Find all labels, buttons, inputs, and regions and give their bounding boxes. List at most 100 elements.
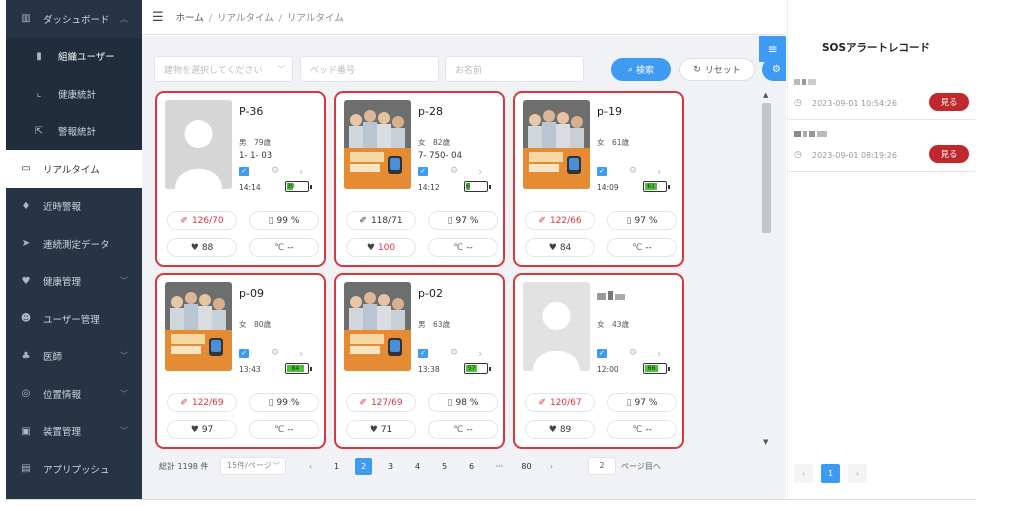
- page-button[interactable]: 6: [463, 458, 480, 475]
- spo2-pill[interactable]: ▯ 97 %: [428, 211, 498, 230]
- clock-icon: ◷: [794, 98, 802, 108]
- bed-number-input[interactable]: ベッド番号: [300, 56, 439, 82]
- patient-name: p-09: [239, 287, 264, 300]
- heart-rate-pill[interactable]: ♥ 71: [346, 420, 416, 439]
- gear-icon[interactable]: ⚙: [271, 348, 279, 358]
- sos-view-button[interactable]: 見る: [929, 145, 969, 163]
- heart-rate-pill[interactable]: ♥ 88: [167, 238, 237, 257]
- heart-rate-pill[interactable]: ♥ 100: [346, 238, 416, 257]
- battery-icon: 30: [285, 181, 312, 192]
- temperature-pill[interactable]: ℃ --: [607, 420, 677, 439]
- sidebar-item-6[interactable]: ➤ 連続測定データ: [6, 225, 142, 263]
- search-button[interactable]: ⌕ 検索: [611, 58, 671, 81]
- reset-button[interactable]: ↻ リセット: [679, 58, 755, 81]
- sidebar-item-1[interactable]: ▮ 組織ユーザー: [6, 37, 142, 75]
- breadcrumb-home[interactable]: ホーム: [176, 13, 204, 24]
- menu-toggle-icon[interactable]: ☰: [152, 10, 164, 25]
- page-button[interactable]: 3: [382, 458, 399, 475]
- monitor-icon: ▭: [21, 163, 31, 175]
- gear-icon[interactable]: ⚙: [629, 348, 637, 358]
- sos-view-button[interactable]: 見る: [929, 93, 969, 111]
- blood-pressure-pill[interactable]: ✐ 122/69: [167, 393, 237, 412]
- sos-user-name-blurred: [794, 130, 834, 140]
- patient-card[interactable]: P-36 男 79歳 1- 1- 03 ✓ ⚙ › 14:14 30 ✐ 126/…: [155, 91, 326, 267]
- sidebar-item-5[interactable]: ♦ 近時警報: [6, 188, 142, 226]
- heart-rate-pill[interactable]: ♥ 97: [167, 420, 237, 439]
- patient-card[interactable]: p-19 女 61歳 ✓ ⚙ › 14:09 61 ✐ 122/66 ▯ 97 % …: [513, 91, 684, 267]
- sidebar-item-2[interactable]: ⌞ 健康統計: [6, 75, 142, 113]
- blood-pressure-pill[interactable]: ✐ 120/67: [525, 393, 595, 412]
- last-update-time: 13:38: [418, 365, 440, 374]
- sos-page-1[interactable]: 1: [821, 464, 840, 483]
- chevron-right-icon[interactable]: ›: [657, 347, 661, 360]
- scroll-down-icon[interactable]: ▼: [763, 438, 768, 446]
- page-button[interactable]: 5: [436, 458, 453, 475]
- temperature-pill[interactable]: ℃ --: [428, 420, 498, 439]
- spo2-pill[interactable]: ▯ 99 %: [249, 393, 319, 412]
- goto-page-input[interactable]: 2: [588, 457, 616, 475]
- patient-card[interactable]: p-02 男 63歳 ✓ ⚙ › 13:38 57 ✐ 127/69 ▯ 98 % …: [334, 273, 505, 449]
- blood-pressure-pill[interactable]: ✐ 122/66: [525, 211, 595, 230]
- chevron-right-icon[interactable]: ›: [478, 165, 482, 178]
- sidebar-item-11[interactable]: ▣ 装置管理 ﹀: [6, 413, 142, 451]
- patient-card[interactable]: p-28 女 82歳 7- 750- 04 ✓ ⚙ › 14:12 6 ✐ 118…: [334, 91, 505, 267]
- blood-pressure-pill[interactable]: ✐ 127/69: [346, 393, 416, 412]
- spo2-pill[interactable]: ▯ 99 %: [249, 211, 319, 230]
- checkbox-icon[interactable]: ✓: [418, 349, 428, 358]
- scroll-thumb[interactable]: [762, 103, 771, 233]
- heart-rate-pill[interactable]: ♥ 84: [525, 238, 595, 257]
- spo2-pill[interactable]: ▯ 98 %: [428, 393, 498, 412]
- checkbox-icon[interactable]: ✓: [239, 167, 249, 176]
- checkbox-icon[interactable]: ✓: [597, 349, 607, 358]
- settings-button[interactable]: ⚙: [762, 58, 786, 81]
- next-page-button[interactable]: ›: [543, 458, 560, 475]
- checkbox-icon[interactable]: ✓: [418, 167, 428, 176]
- gear-icon[interactable]: ⚙: [450, 348, 458, 358]
- chevron-right-icon[interactable]: ›: [299, 347, 303, 360]
- spo2-pill[interactable]: ▯ 97 %: [607, 393, 677, 412]
- breadcrumb: ホーム / リアルタイム / リアルタイム: [175, 13, 344, 24]
- gear-icon[interactable]: ⚙: [271, 166, 279, 176]
- sidebar-item-8[interactable]: ☻ ユーザー管理: [6, 300, 142, 338]
- prev-page-button[interactable]: ‹: [302, 458, 319, 475]
- sidebar-item-3[interactable]: ⇱ 警報統計: [6, 112, 142, 150]
- heart-rate-pill[interactable]: ♥ 89: [525, 420, 595, 439]
- gear-icon[interactable]: ⚙: [450, 166, 458, 176]
- checkbox-icon[interactable]: ✓: [597, 167, 607, 176]
- scroll-up-icon[interactable]: ▲: [763, 91, 768, 99]
- heart-rate-value: 88: [201, 242, 214, 253]
- gear-icon[interactable]: ⚙: [629, 166, 637, 176]
- chevron-right-icon[interactable]: ›: [478, 347, 482, 360]
- patient-card[interactable]: p-09 女 80歳 ✓ ⚙ › 13:43 84 ✐ 122/69 ▯ 99 % …: [155, 273, 326, 449]
- temperature-pill[interactable]: ℃ --: [249, 238, 319, 257]
- breadcrumb-level1[interactable]: リアルタイム: [217, 13, 274, 24]
- temperature-pill[interactable]: ℃ --: [249, 420, 319, 439]
- page-button[interactable]: ···: [491, 458, 508, 475]
- sidebar-item-label: 組織ユーザー: [58, 52, 115, 64]
- temperature-pill[interactable]: ℃ --: [607, 238, 677, 257]
- chevron-right-icon[interactable]: ›: [657, 165, 661, 178]
- sidebar-item-4[interactable]: ▭ リアルタイム: [6, 150, 142, 188]
- sos-next-button[interactable]: ›: [848, 464, 867, 483]
- page-button[interactable]: 80: [518, 458, 535, 475]
- building-select[interactable]: 建物を選択してください ﹀: [154, 56, 293, 82]
- sidebar-item-0[interactable]: ▥ ダッシュボード ︿: [6, 0, 142, 38]
- sidebar-item-7[interactable]: ♥ 健康管理 ﹀: [6, 263, 142, 301]
- spo2-pill[interactable]: ▯ 97 %: [607, 211, 677, 230]
- page-button[interactable]: 4: [409, 458, 426, 475]
- page-size-select[interactable]: 15件/ページ ﹀: [220, 457, 286, 475]
- page-button[interactable]: 1: [328, 458, 345, 475]
- blood-pressure-pill[interactable]: ✐ 118/71: [346, 211, 416, 230]
- sidebar-item-9[interactable]: ♣ 医師 ﹀: [6, 338, 142, 376]
- page-button[interactable]: 2: [355, 458, 372, 475]
- sos-prev-button[interactable]: ‹: [794, 464, 813, 483]
- patient-card[interactable]: 女 43歳 ✓ ⚙ › 12:00 66 ✐ 120/67 ▯ 97 % ♥ 89 ℃…: [513, 273, 684, 449]
- vertical-scrollbar[interactable]: ▲ ▼: [761, 91, 772, 446]
- sidebar-item-10[interactable]: ◎ 位置情報 ﹀: [6, 375, 142, 413]
- temperature-pill[interactable]: ℃ --: [428, 238, 498, 257]
- chevron-right-icon[interactable]: ›: [299, 165, 303, 178]
- sidebar-item-12[interactable]: ▤ アプリプッシュ: [6, 450, 142, 488]
- name-input[interactable]: お名前: [445, 56, 584, 82]
- checkbox-icon[interactable]: ✓: [239, 349, 249, 358]
- blood-pressure-pill[interactable]: ✐ 126/70: [167, 211, 237, 230]
